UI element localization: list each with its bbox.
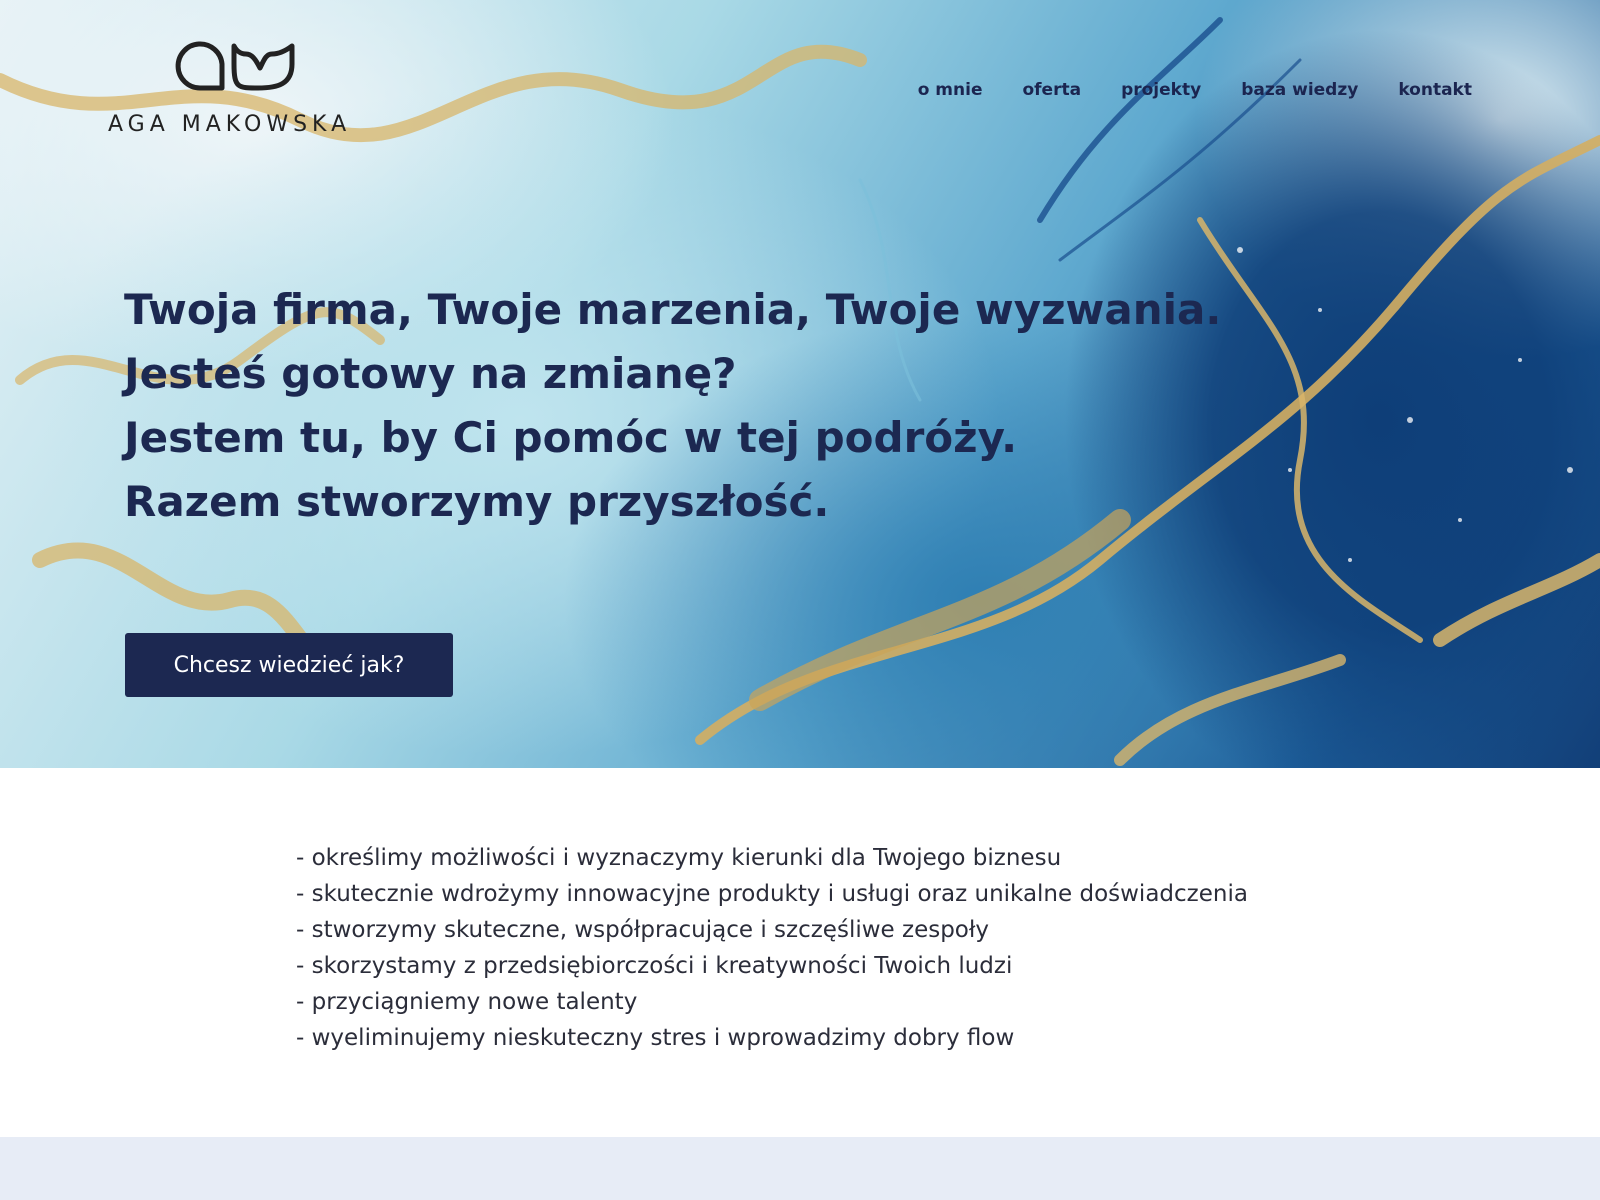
benefit-item: - określimy możliwości i wyznaczymy kier… [296, 845, 1062, 871]
benefit-item: - skorzystamy z przedsiębiorczości i kre… [296, 953, 1013, 979]
brand-logo[interactable]: AGA MAKOWSKA [108, 38, 368, 137]
nav-item-oferta[interactable]: oferta [1022, 80, 1081, 100]
nav-item-kontakt[interactable]: kontakt [1398, 80, 1472, 100]
am-monogram-icon [175, 41, 295, 91]
hero-headline: Twoja firma, Twoje marzenia, Twoje wyzwa… [124, 278, 1221, 534]
hero-line: Jesteś gotowy na zmianę? [124, 349, 737, 398]
benefits-list: - określimy możliwości i wyznaczymy kier… [296, 840, 1248, 1056]
hero-section: AGA MAKOWSKA o mnie oferta projekty baza… [0, 0, 1600, 768]
benefit-item: - wyeliminujemy nieskuteczny stres i wpr… [296, 1025, 1015, 1051]
hero-line: Razem stworzymy przyszłość. [124, 477, 830, 526]
nav-item-projekty[interactable]: projekty [1121, 80, 1201, 100]
brand-name: AGA MAKOWSKA [108, 112, 352, 137]
benefit-item: - przyciągniemy nowe talenty [296, 989, 638, 1015]
benefit-item: - skutecznie wdrożymy innowacyjne produk… [296, 881, 1248, 907]
cta-button[interactable]: Chcesz wiedzieć jak? [125, 633, 453, 697]
next-section-band [0, 1137, 1600, 1200]
nav-item-o-mnie[interactable]: o mnie [918, 80, 983, 100]
hero-line: Jestem tu, by Ci pomóc w tej podróży. [124, 413, 1018, 462]
nav-item-baza-wiedzy[interactable]: baza wiedzy [1241, 80, 1358, 100]
hero-line: Twoja firma, Twoje marzenia, Twoje wyzwa… [124, 285, 1222, 334]
benefit-item: - stworzymy skuteczne, współpracujące i … [296, 917, 990, 943]
main-nav: o mnie oferta projekty baza wiedzy konta… [918, 80, 1472, 100]
